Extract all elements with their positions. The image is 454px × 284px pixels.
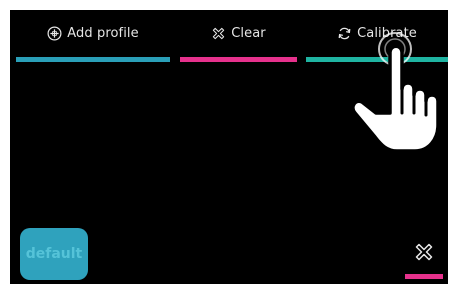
x-outline-icon — [213, 27, 225, 40]
close-icon — [415, 243, 433, 261]
clear-label: Clear — [231, 26, 266, 41]
profile-editor-screen: Add profile Clear Calibrate default — [10, 10, 448, 284]
default-profile-label: default — [25, 246, 83, 262]
clear-button[interactable]: Clear — [180, 10, 297, 70]
clear-underline — [180, 57, 297, 62]
add-profile-label: Add profile — [67, 26, 139, 41]
calibrate-button[interactable]: Calibrate — [306, 10, 448, 70]
default-profile-button[interactable]: default — [20, 228, 88, 280]
toolbar: Add profile Clear Calibrate — [10, 10, 448, 70]
calibrate-underline — [306, 57, 448, 62]
add-profile-button[interactable]: Add profile — [16, 10, 170, 70]
close-button[interactable] — [403, 238, 445, 282]
add-profile-underline — [16, 57, 170, 62]
refresh-icon — [338, 27, 351, 40]
calibrate-label: Calibrate — [357, 26, 417, 41]
close-underline — [405, 274, 443, 279]
plus-circle-icon — [47, 26, 62, 41]
